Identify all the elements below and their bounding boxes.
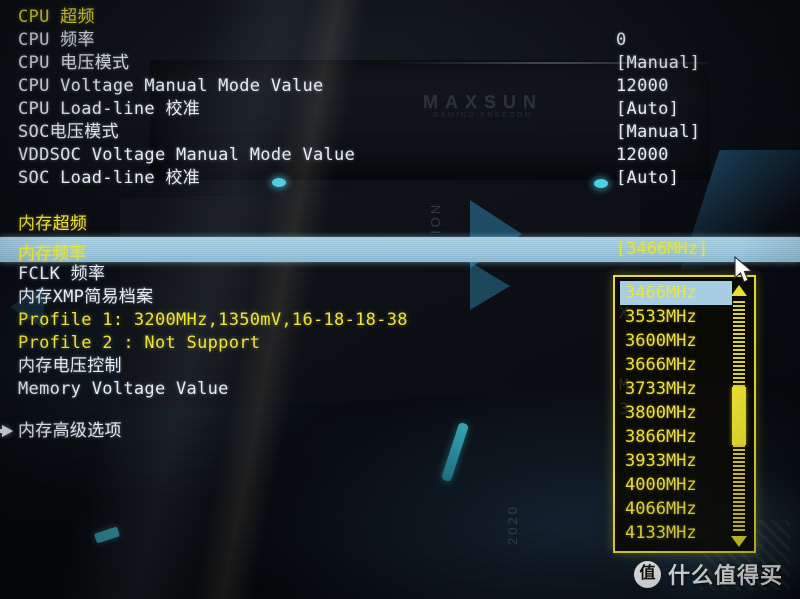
- section-header-cpu: CPU 超频: [0, 6, 800, 29]
- menu-row-label: FCLK 频率: [18, 264, 106, 284]
- dropdown-option[interactable]: 3733MHz: [620, 377, 732, 401]
- menu-row-label: 内存电压控制: [18, 356, 122, 376]
- mouse-cursor-icon: [734, 256, 753, 283]
- menu-row-label: SOC Load-line 校准: [18, 168, 201, 188]
- dropdown-option[interactable]: 3600MHz: [620, 329, 732, 353]
- menu-row-value[interactable]: [Auto]: [616, 167, 679, 190]
- triangle-down-icon[interactable]: [731, 536, 747, 547]
- dropdown-option[interactable]: 4066MHz: [620, 497, 732, 521]
- menu-row-value[interactable]: [Auto]: [616, 98, 679, 121]
- menu-row-label: CPU Load-line 校准: [18, 99, 201, 119]
- bios-setup-screen: MAXSUN GAMING FREEDOM OTION 2020 CPU 超频 …: [0, 0, 800, 599]
- menu-row-label: Memory Voltage Value: [18, 379, 229, 399]
- menu-row-value[interactable]: 12000: [616, 144, 669, 167]
- menu-row-label: CPU 频率: [18, 30, 95, 50]
- dropdown-option-list[interactable]: 3466MHz 3533MHz 3600MHz 3666MHz 3733MHz …: [620, 281, 732, 545]
- section-header-cpu-label: CPU 超频: [18, 7, 95, 27]
- triangle-up-icon[interactable]: [731, 285, 747, 296]
- section-header-memory: 内存超频: [0, 213, 800, 236]
- watermark-badge-icon: 值: [634, 560, 661, 588]
- dropdown-option[interactable]: 3666MHz: [620, 353, 732, 377]
- menu-row-cpu-load-line[interactable]: CPU Load-line 校准 [Auto]: [0, 98, 800, 121]
- menu-row-vddsoc-manual-value[interactable]: VDDSOC Voltage Manual Mode Value 12000: [0, 144, 800, 167]
- menu-row-value[interactable]: [Manual]: [616, 121, 700, 144]
- dropdown-option[interactable]: 3533MHz: [620, 305, 732, 329]
- dropdown-option[interactable]: 3933MHz: [620, 449, 732, 473]
- xmp-profile-1-text: Profile 1: 3200MHz,1350mV,16-18-18-38: [18, 310, 408, 330]
- menu-row-label: VDDSOC Voltage Manual Mode Value: [18, 145, 356, 165]
- menu-row-label: 内存高级选项: [18, 421, 122, 441]
- watermark-text: 什么值得买: [668, 563, 784, 588]
- dropdown-option[interactable]: 3466MHz: [620, 281, 732, 305]
- menu-row-value[interactable]: [Manual]: [616, 52, 700, 75]
- scrollbar-thumb[interactable]: [732, 387, 746, 445]
- xmp-profile-2-text: Profile 2 : Not Support: [18, 333, 261, 353]
- menu-row-value[interactable]: 12000: [616, 75, 669, 98]
- dropdown-option[interactable]: 3866MHz: [620, 425, 732, 449]
- watermark: 值 什么值得买: [634, 556, 783, 592]
- menu-row-label: 内存XMP简易档案: [18, 287, 154, 307]
- menu-row-cpu-frequency[interactable]: CPU 频率 0: [0, 29, 800, 52]
- menu-row-label: CPU Voltage Manual Mode Value: [18, 76, 324, 96]
- dropdown-scrollbar[interactable]: [730, 283, 747, 549]
- menu-row-label: CPU 电压模式: [18, 53, 130, 73]
- menu-row-cpu-voltage-manual-value[interactable]: CPU Voltage Manual Mode Value 12000: [0, 75, 800, 98]
- menu-row-value-memory-frequency[interactable]: [3466MHz]: [616, 239, 708, 259]
- dropdown-option[interactable]: 4000MHz: [620, 473, 732, 497]
- section-header-memory-label: 内存超频: [18, 214, 88, 234]
- menu-row-cpu-voltage-mode[interactable]: CPU 电压模式 [Manual]: [0, 52, 800, 75]
- menu-row-value[interactable]: 0: [616, 29, 627, 52]
- menu-row-soc-load-line[interactable]: SOC Load-line 校准 [Auto]: [0, 167, 800, 190]
- menu-row-label: SOC电压模式: [18, 122, 119, 142]
- memory-frequency-dropdown[interactable]: 1600MHz X M 3 3466MHz 3533MHz 3600MHz 36…: [613, 275, 756, 553]
- dropdown-option[interactable]: 4133MHz: [620, 521, 732, 545]
- dropdown-option[interactable]: 3800MHz: [620, 401, 732, 425]
- menu-row-soc-voltage-mode[interactable]: SOC电压模式 [Manual]: [0, 121, 800, 144]
- menu-row-label-memory-frequency: 内存频率: [18, 244, 86, 264]
